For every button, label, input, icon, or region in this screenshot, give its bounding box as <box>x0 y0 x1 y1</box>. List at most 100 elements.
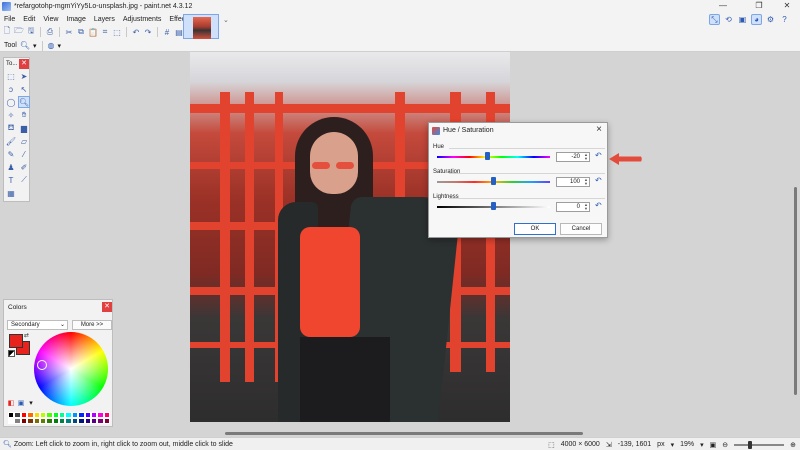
color-picker-icon[interactable]: ⁄ <box>18 148 30 160</box>
title-bar: *refargotohp-mgmYiYy5Lo-unsplash.jpg - p… <box>0 0 800 13</box>
reset-saturation-icon[interactable]: ↶ <box>595 176 602 185</box>
rectangle-select-icon[interactable]: ⬚ <box>5 70 17 82</box>
help-icon[interactable]: ? <box>779 14 790 25</box>
history-icon[interactable]: ⟲ <box>723 14 734 25</box>
image-tab-thumbnail[interactable] <box>183 14 219 39</box>
paint-bucket-icon[interactable]: ⛾ <box>5 122 17 134</box>
close-icon[interactable]: ✕ <box>102 302 112 312</box>
move-selection-icon[interactable]: ↖ <box>18 83 30 95</box>
chevron-down-icon[interactable]: ▾ <box>671 441 675 449</box>
gradient-icon[interactable]: ▆ <box>18 122 30 134</box>
minimize-button[interactable]: — <box>712 0 734 13</box>
chevron-down-icon[interactable]: ⌄ <box>223 16 229 24</box>
more-colors-button[interactable]: More >> <box>72 320 112 330</box>
ok-button[interactable]: OK <box>514 223 556 235</box>
zoom-slider-knob[interactable] <box>748 440 753 449</box>
cut-icon[interactable]: ✂ <box>64 27 74 37</box>
spinner-arrows-icon[interactable]: ▲ ▼ <box>584 178 588 186</box>
units-select[interactable]: px <box>657 441 664 448</box>
spinner-arrows-icon[interactable]: ▲ ▼ <box>584 153 588 161</box>
saturation-input[interactable]: 100 ▲ ▼ <box>556 177 590 187</box>
color-wheel-selector[interactable] <box>37 360 47 370</box>
deselect-icon[interactable]: ⬚ <box>112 27 122 37</box>
zoom-in-icon[interactable]: ⊕ <box>790 441 796 449</box>
vertical-scrollbar[interactable] <box>794 187 797 395</box>
crop-icon[interactable]: ⌗ <box>100 27 110 37</box>
hue-slider-track[interactable] <box>437 156 550 158</box>
menu-file[interactable]: File <box>0 16 19 23</box>
menu-view[interactable]: View <box>39 16 62 23</box>
palette-swatch[interactable] <box>103 418 110 424</box>
menu-edit[interactable]: Edit <box>19 16 39 23</box>
lasso-select-icon[interactable]: ↄ <box>5 83 17 95</box>
horizontal-scrollbar[interactable] <box>225 432 583 435</box>
redo-icon[interactable]: ↷ <box>143 27 153 37</box>
new-file-icon[interactable]: 🗋 <box>2 26 12 37</box>
save-icon[interactable]: 🖫 <box>26 26 36 37</box>
chevron-down-icon[interactable]: ▾ <box>700 441 704 449</box>
saturation-slider-thumb[interactable] <box>491 177 496 185</box>
annotation-arrow-icon <box>609 153 642 165</box>
maximize-button[interactable]: ❐ <box>748 0 770 13</box>
cancel-button[interactable]: Cancel <box>560 223 602 235</box>
hue-section: Hue -20 ▲ ▼ ↶ <box>433 144 605 166</box>
paste-icon[interactable]: 📋 <box>88 27 98 37</box>
primary-color-swatch[interactable] <box>9 334 23 348</box>
pan-hand-icon[interactable]: ✋︎ <box>18 109 30 121</box>
menu-image[interactable]: Image <box>62 16 89 23</box>
text-icon[interactable]: T <box>5 174 17 186</box>
menu-adjustments[interactable]: Adjustments <box>119 16 166 23</box>
hue-slider-thumb[interactable] <box>484 152 490 160</box>
reset-hue-icon[interactable]: ↶ <box>595 151 602 160</box>
lightness-slider-thumb[interactable] <box>491 202 496 210</box>
color-palette[interactable] <box>8 412 110 424</box>
layers-icon[interactable]: ▣ <box>737 14 748 25</box>
pencil-icon[interactable]: ✎ <box>5 148 17 160</box>
palette-menu-icon[interactable]: ▣ <box>17 399 25 407</box>
undo-icon[interactable]: ↶ <box>131 27 141 37</box>
settings-gear-icon[interactable]: ⚙ <box>765 14 776 25</box>
zoom-out-icon[interactable]: ⊖ <box>722 441 728 449</box>
color-wheel[interactable] <box>34 332 108 406</box>
hue-input[interactable]: -20 ▲ ▼ <box>556 152 590 162</box>
chevron-down-icon[interactable]: ▾ <box>58 42 62 50</box>
close-button[interactable]: ✕ <box>776 0 798 13</box>
palette-add-icon[interactable]: ◧ <box>7 399 15 407</box>
color-mode-select[interactable]: Secondary ⌄ <box>7 320 68 330</box>
reset-colors-icon[interactable] <box>8 350 15 357</box>
colors-panel: Colors ✕ Secondary ⌄ More >> ⇄ ◧ ▣ ▾ <box>3 299 113 427</box>
open-folder-icon[interactable]: 🗁 <box>14 26 24 37</box>
shapes-icon[interactable]: ▦ <box>5 187 17 199</box>
swap-colors-icon[interactable]: ⇄ <box>24 332 29 339</box>
spinner-arrows-icon[interactable]: ▲ ▼ <box>584 203 588 211</box>
eraser-icon[interactable]: ▱ <box>18 135 30 147</box>
recolor-icon[interactable]: ✐ <box>18 161 30 173</box>
reset-lightness-icon[interactable]: ↶ <box>595 201 602 210</box>
ellipse-select-icon[interactable]: ◯ <box>5 96 17 108</box>
lightness-input[interactable]: 0 ▲ ▼ <box>556 202 590 212</box>
line-curve-icon[interactable]: ⟋ <box>18 174 30 186</box>
tools-window-icon[interactable]: ⤡ <box>709 14 720 25</box>
menu-layers[interactable]: Layers <box>90 16 119 23</box>
move-selected-icon[interactable]: ➤ <box>18 70 30 82</box>
zoom-icon[interactable]: 🔍︎ <box>18 96 30 108</box>
clone-stamp-icon[interactable]: ♟ <box>5 161 17 173</box>
zoom-fit-icon[interactable]: ▣ <box>710 441 717 449</box>
paintbrush-icon[interactable]: 🖌︎ <box>5 135 17 147</box>
menu-bar: File Edit View Image Layers Adjustments … <box>0 13 191 25</box>
selection-mode-icon[interactable]: ◍ <box>48 41 55 50</box>
ruler-icon[interactable]: ▤ <box>174 27 184 37</box>
zoom-value[interactable]: 19% <box>680 441 694 448</box>
close-icon[interactable]: ✕ <box>19 58 29 69</box>
colors-icon[interactable]: ◕ <box>751 14 762 25</box>
close-icon[interactable]: × <box>596 124 602 135</box>
print-icon[interactable]: ⎙ <box>45 27 55 37</box>
copy-icon[interactable]: ⧉ <box>76 27 86 37</box>
grid-icon[interactable]: # <box>162 27 172 37</box>
chevron-down-icon[interactable]: ▾ <box>27 399 35 407</box>
zoom-tool-icon[interactable]: 🔍︎ <box>20 41 30 50</box>
zoom-slider[interactable] <box>734 440 785 449</box>
magic-wand-icon[interactable]: ✧ <box>5 109 17 121</box>
lightness-section: Lightness 0 ▲ ▼ ↶ <box>433 194 605 216</box>
chevron-down-icon[interactable]: ▾ <box>33 42 37 50</box>
